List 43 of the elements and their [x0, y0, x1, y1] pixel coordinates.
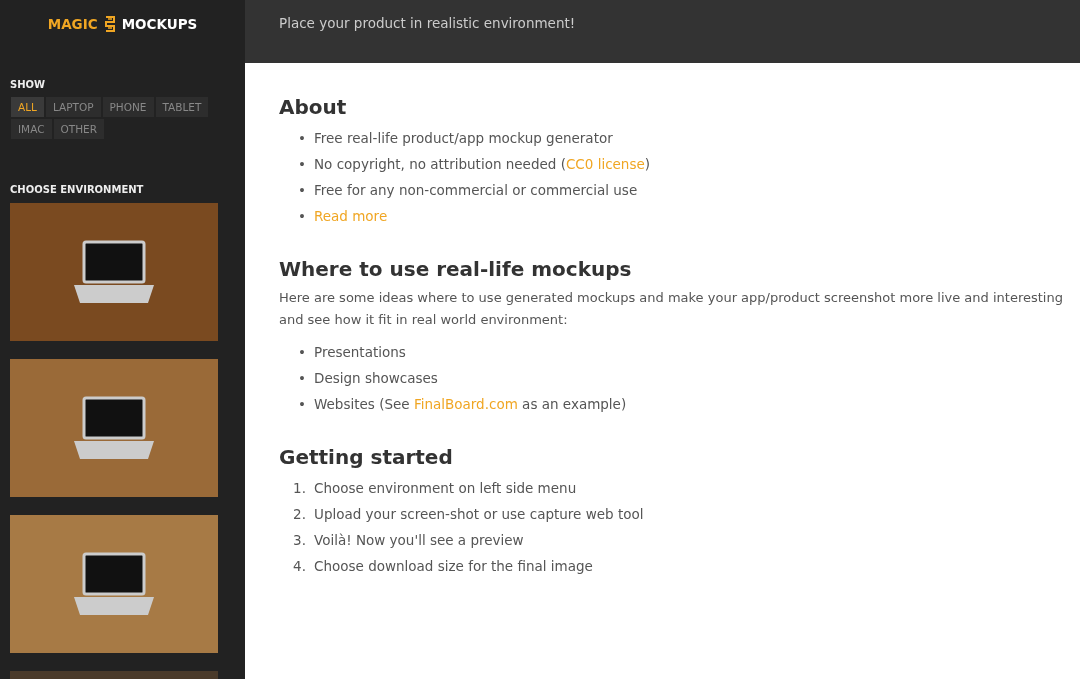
- list-marker: 2.: [292, 505, 307, 523]
- filter-button[interactable]: TABLET: [155, 97, 209, 117]
- list-item: Choose environment on left side menu: [314, 479, 577, 498]
- list-marker: 1.: [292, 479, 307, 497]
- filter-button[interactable]: OTHER: [53, 119, 104, 139]
- section-title: Getting started: [279, 445, 454, 469]
- filter-button[interactable]: PHONE: [102, 97, 154, 117]
- filter-button[interactable]: LAPTOP: [45, 97, 101, 117]
- photo-placeholder[interactable]: [10, 359, 218, 497]
- paragraph: Here are some ideas where to use generated mockups and make your app/product screenshot more live and interesting and see how it fit in real world environment:: [279, 289, 1064, 329]
- list-marker: 3.: [292, 531, 307, 549]
- text-link[interactable]: CC0 license: [565, 156, 645, 172]
- text-link[interactable]: Read more: [314, 208, 388, 224]
- list-item: Upload your screen-shot or use capture web tool: [314, 505, 644, 524]
- list-marker: •: [297, 343, 307, 361]
- photo-placeholder[interactable]: [10, 515, 218, 653]
- list-item: No copyright, no attribution needed (CC0 license): [314, 155, 651, 174]
- logo-text: MOCKUPS: [121, 16, 198, 32]
- filter-button[interactable]: ALL: [11, 97, 44, 117]
- text-link[interactable]: FinalBoard.com: [413, 396, 518, 412]
- section-heading: SHOW: [10, 79, 47, 90]
- list-item: Choose download size for the final image: [314, 557, 593, 576]
- section-title: Where to use real-life mockups: [279, 257, 633, 281]
- logo-icon: [103, 15, 116, 33]
- list-marker: •: [297, 207, 307, 225]
- list-item: Websites (See FinalBoard.com as an example): [314, 395, 627, 414]
- logo-text: MAGIC: [47, 16, 98, 32]
- list-marker: •: [297, 181, 307, 199]
- list-item: Design showcases: [314, 369, 438, 388]
- list-marker: •: [297, 129, 307, 147]
- filter-button[interactable]: IMAC: [11, 119, 52, 139]
- list-marker: 4.: [292, 557, 307, 575]
- list-item: Free for any non-commercial or commercial use: [314, 181, 638, 200]
- tagline: Place your product in realistic environment!: [279, 15, 576, 31]
- photo-placeholder[interactable]: [10, 203, 218, 341]
- list-item: Free real-life product/app mockup generator: [314, 129, 613, 148]
- list-marker: •: [297, 395, 307, 413]
- section-heading: CHOOSE ENVIRONMENT: [10, 184, 145, 195]
- list-item: Voilà! Now you'll see a preview: [314, 531, 524, 550]
- list-marker: •: [297, 369, 307, 387]
- section-title: About: [279, 95, 348, 119]
- list-marker: •: [297, 155, 307, 173]
- list-item: Presentations: [314, 343, 406, 362]
